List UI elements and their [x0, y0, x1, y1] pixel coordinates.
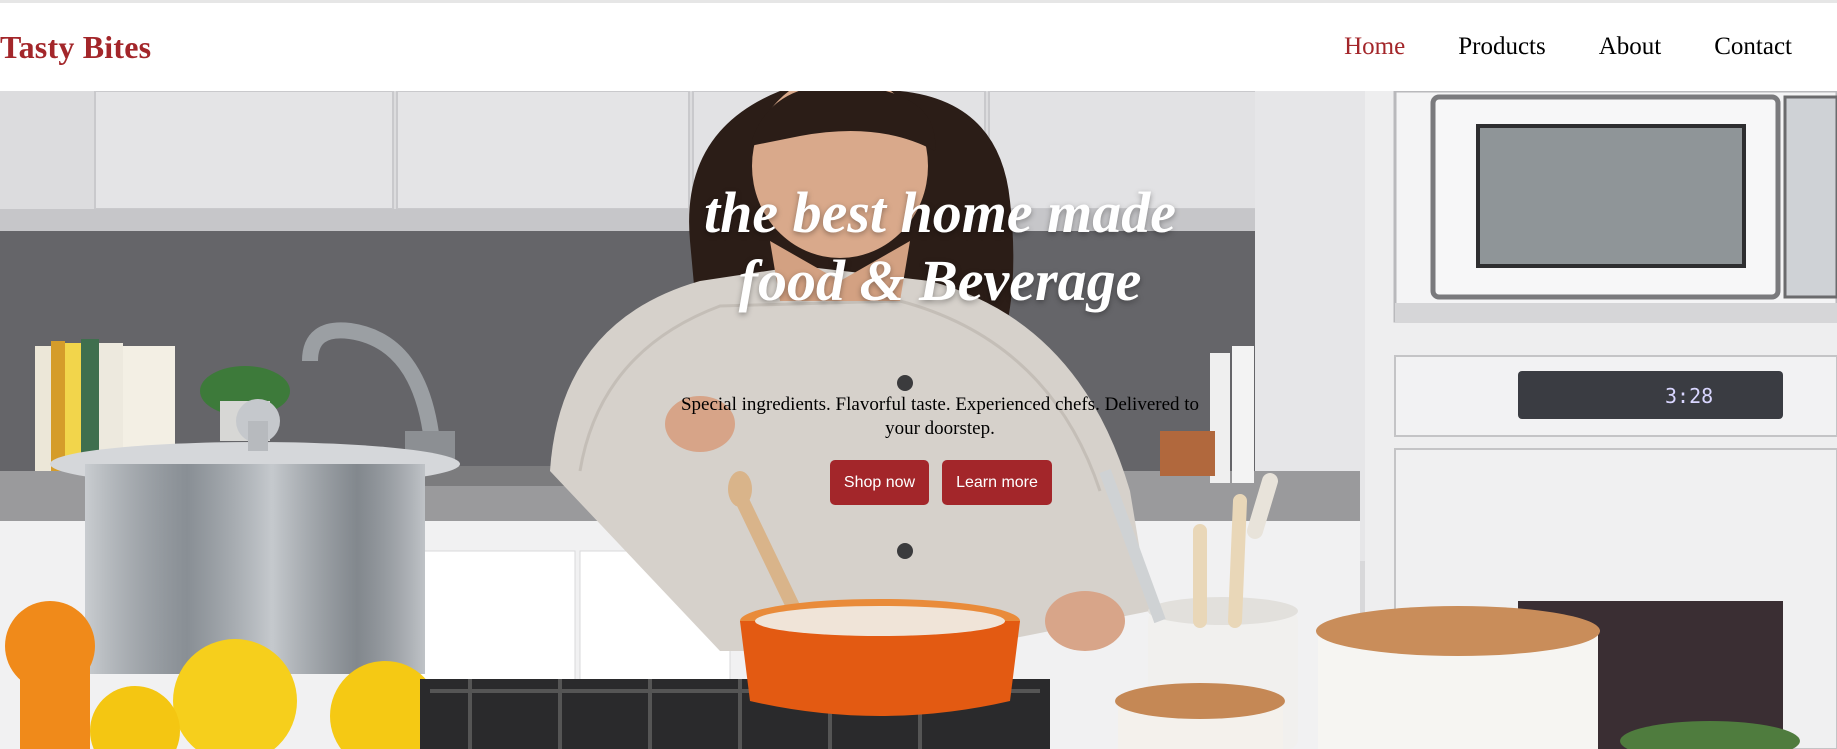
hero-section: 3:28 the best home made food & Beverage …: [0, 91, 1837, 749]
main-nav: Home Products About Contact: [1291, 33, 1792, 61]
hero-title: the best home made food & Beverage: [640, 179, 1240, 315]
oven-clock-text: 3:28: [1665, 384, 1713, 408]
shop-now-button[interactable]: Shop now: [830, 460, 929, 505]
nav-contact[interactable]: Contact: [1714, 33, 1792, 61]
nav-products[interactable]: Products: [1458, 33, 1546, 61]
hero-buttons: Shop now Learn more: [830, 460, 1052, 505]
hero-title-line-1: the best home made: [703, 180, 1176, 245]
brand-logo[interactable]: Tasty Bites: [0, 29, 151, 66]
nav-home[interactable]: Home: [1344, 33, 1405, 61]
nav-about[interactable]: About: [1599, 33, 1662, 61]
hero-subtitle: Special ingredients. Flavorful taste. Ex…: [680, 394, 1200, 439]
learn-more-button[interactable]: Learn more: [942, 460, 1052, 505]
hero-title-line-2: food & Beverage: [738, 248, 1142, 313]
navbar: Tasty Bites Home Products About Contact: [0, 3, 1837, 91]
